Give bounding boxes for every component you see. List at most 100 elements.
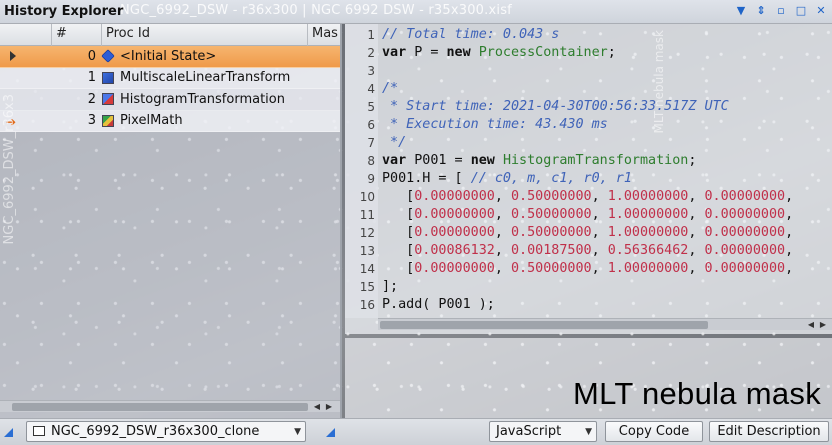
shade-icon[interactable]: ⇕ xyxy=(754,4,768,18)
mlt-process-icon xyxy=(102,71,114,84)
code-token: , xyxy=(688,189,705,204)
line-number: 14 xyxy=(359,262,375,276)
table-header: # Proc Id Mas xyxy=(0,24,340,46)
code-token: 0.00000000 xyxy=(414,207,495,222)
edit-description-button[interactable]: Edit Description xyxy=(709,421,829,442)
code-token: , xyxy=(591,189,608,204)
code-line: ]; xyxy=(382,278,398,296)
column-header-index[interactable]: # xyxy=(52,24,102,46)
code-token: 0.00000000 xyxy=(704,225,786,240)
copy-code-button[interactable]: Copy Code xyxy=(605,421,703,442)
language-selector[interactable]: JavaScript ▼ xyxy=(489,421,597,442)
code-token: , xyxy=(688,207,705,222)
row-proc: HistogramTransformation xyxy=(102,92,340,107)
code-token: new xyxy=(446,45,471,60)
row-index: 2 xyxy=(87,91,96,107)
code-token: , xyxy=(688,243,705,258)
code-token: * Start time: 2021-04-30T00:56:33.517Z U… xyxy=(382,99,729,114)
row-proc: PixelMath xyxy=(102,113,340,128)
language-selector-value: JavaScript xyxy=(496,424,562,439)
code-token: 0.56366462 xyxy=(607,243,689,258)
maximize-icon[interactable]: □ xyxy=(794,4,808,18)
code-token: 0.50000000 xyxy=(511,189,592,204)
table-row[interactable]: 1 MultiscaleLinearTransform xyxy=(0,67,340,89)
row-proc-label: MultiscaleLinearTransform xyxy=(120,70,291,86)
histogram-process-icon xyxy=(102,93,114,106)
column-header-mask[interactable]: Mas xyxy=(308,24,340,46)
code-horizontal-scrollbar[interactable]: ◀ ▶ xyxy=(378,318,832,330)
scroll-left-icon[interactable]: ◀ xyxy=(806,319,816,331)
line-number: 5 xyxy=(367,100,375,114)
code-line: [0.00000000, 0.50000000, 1.00000000, 0.0… xyxy=(382,206,793,224)
code-token: // c0, m, c1, r0, r1 xyxy=(470,171,632,186)
scroll-thumb[interactable] xyxy=(12,403,308,411)
code-token: , xyxy=(785,189,794,204)
table-row[interactable]: 0 <Initial State> xyxy=(0,46,340,68)
initial-state-icon xyxy=(101,49,115,64)
code-token: , xyxy=(494,225,511,240)
table-row[interactable]: 2 HistogramTransformation xyxy=(0,89,340,111)
line-number: 2 xyxy=(367,46,375,60)
close-icon[interactable]: ✕ xyxy=(814,4,828,18)
resize-corner-icon-2[interactable] xyxy=(326,428,335,437)
code-token: */ xyxy=(382,135,407,150)
line-number: 13 xyxy=(359,244,375,258)
code-token: [ xyxy=(382,243,415,258)
code-token: 0.00000000 xyxy=(414,261,495,276)
code-line: [0.00000000, 0.50000000, 1.00000000, 0.0… xyxy=(382,188,793,206)
code-token: [ xyxy=(382,189,415,204)
scroll-left-icon[interactable]: ◀ xyxy=(312,401,322,413)
table-horizontal-scrollbar[interactable]: ◀ ▶ xyxy=(0,400,340,412)
window-title: History Explorer xyxy=(4,4,124,19)
code-line: var P001 = new HistogramTransformation; xyxy=(382,152,696,170)
scroll-right-icon[interactable]: ▶ xyxy=(818,319,828,331)
code-token: 0.50000000 xyxy=(511,207,592,222)
view-selector[interactable]: NGC_6992_DSW_r36x300_clone ▼ xyxy=(26,421,306,442)
line-number: 4 xyxy=(367,82,375,96)
resize-corner-icon[interactable] xyxy=(4,428,13,437)
pixelmath-process-icon xyxy=(102,114,114,127)
code-line: */ xyxy=(382,134,406,152)
code-token: , xyxy=(494,207,511,222)
line-number: 7 xyxy=(367,136,375,150)
code-token: 1.00000000 xyxy=(607,261,689,276)
scroll-thumb[interactable] xyxy=(380,321,708,329)
code-token: 0.00086132 xyxy=(414,243,495,258)
line-number: 3 xyxy=(367,64,375,78)
code-line: // Total time: 0.043 s xyxy=(382,26,559,44)
line-number: 11 xyxy=(359,208,375,222)
row-index: 0 xyxy=(87,48,96,64)
scroll-right-icon[interactable]: ▶ xyxy=(324,401,334,413)
code-token: 0.00000000 xyxy=(704,207,786,222)
table-row[interactable]: ➔ 3 PixelMath xyxy=(0,110,340,132)
code-token: ]; xyxy=(382,279,399,294)
line-number: 9 xyxy=(367,172,375,186)
code-token: // Total time: 0.043 s xyxy=(382,27,560,42)
code-token: , xyxy=(688,261,705,276)
code-token: , xyxy=(785,225,794,240)
row-proc-label: PixelMath xyxy=(120,113,183,129)
code-token: , xyxy=(785,207,794,222)
code-token: , xyxy=(494,243,511,258)
history-rows: 0 <Initial State> 1 MultiscaleLinearTransfo… xyxy=(0,46,340,132)
code-token: , xyxy=(494,189,511,204)
float-icon[interactable]: ▫ xyxy=(774,4,788,18)
menu-down-icon[interactable]: ▼ xyxy=(734,4,748,18)
code-token: , xyxy=(785,261,794,276)
play-icon xyxy=(10,51,16,61)
line-number: 16 xyxy=(359,298,375,312)
code-line: * Execution time: 43.430 ms xyxy=(382,116,608,134)
code-token: 0.00000000 xyxy=(414,225,495,240)
code-token: , xyxy=(494,261,511,276)
code-token: new xyxy=(470,153,495,168)
code-line: [0.00000000, 0.50000000, 1.00000000, 0.0… xyxy=(382,224,793,242)
code-editor[interactable]: 1 // Total time: 0.043 s 2 var P = new Proc… xyxy=(345,24,832,334)
line-number: 12 xyxy=(359,226,375,240)
column-header-marker[interactable] xyxy=(0,24,52,46)
chevron-down-icon: ▼ xyxy=(585,427,592,437)
column-header-proc-id[interactable]: Proc Id xyxy=(102,24,308,46)
line-number: 6 xyxy=(367,118,375,132)
code-token: , xyxy=(591,243,608,258)
code-line: var P = new ProcessContainer; xyxy=(382,44,616,62)
code-token: 1.00000000 xyxy=(607,207,689,222)
